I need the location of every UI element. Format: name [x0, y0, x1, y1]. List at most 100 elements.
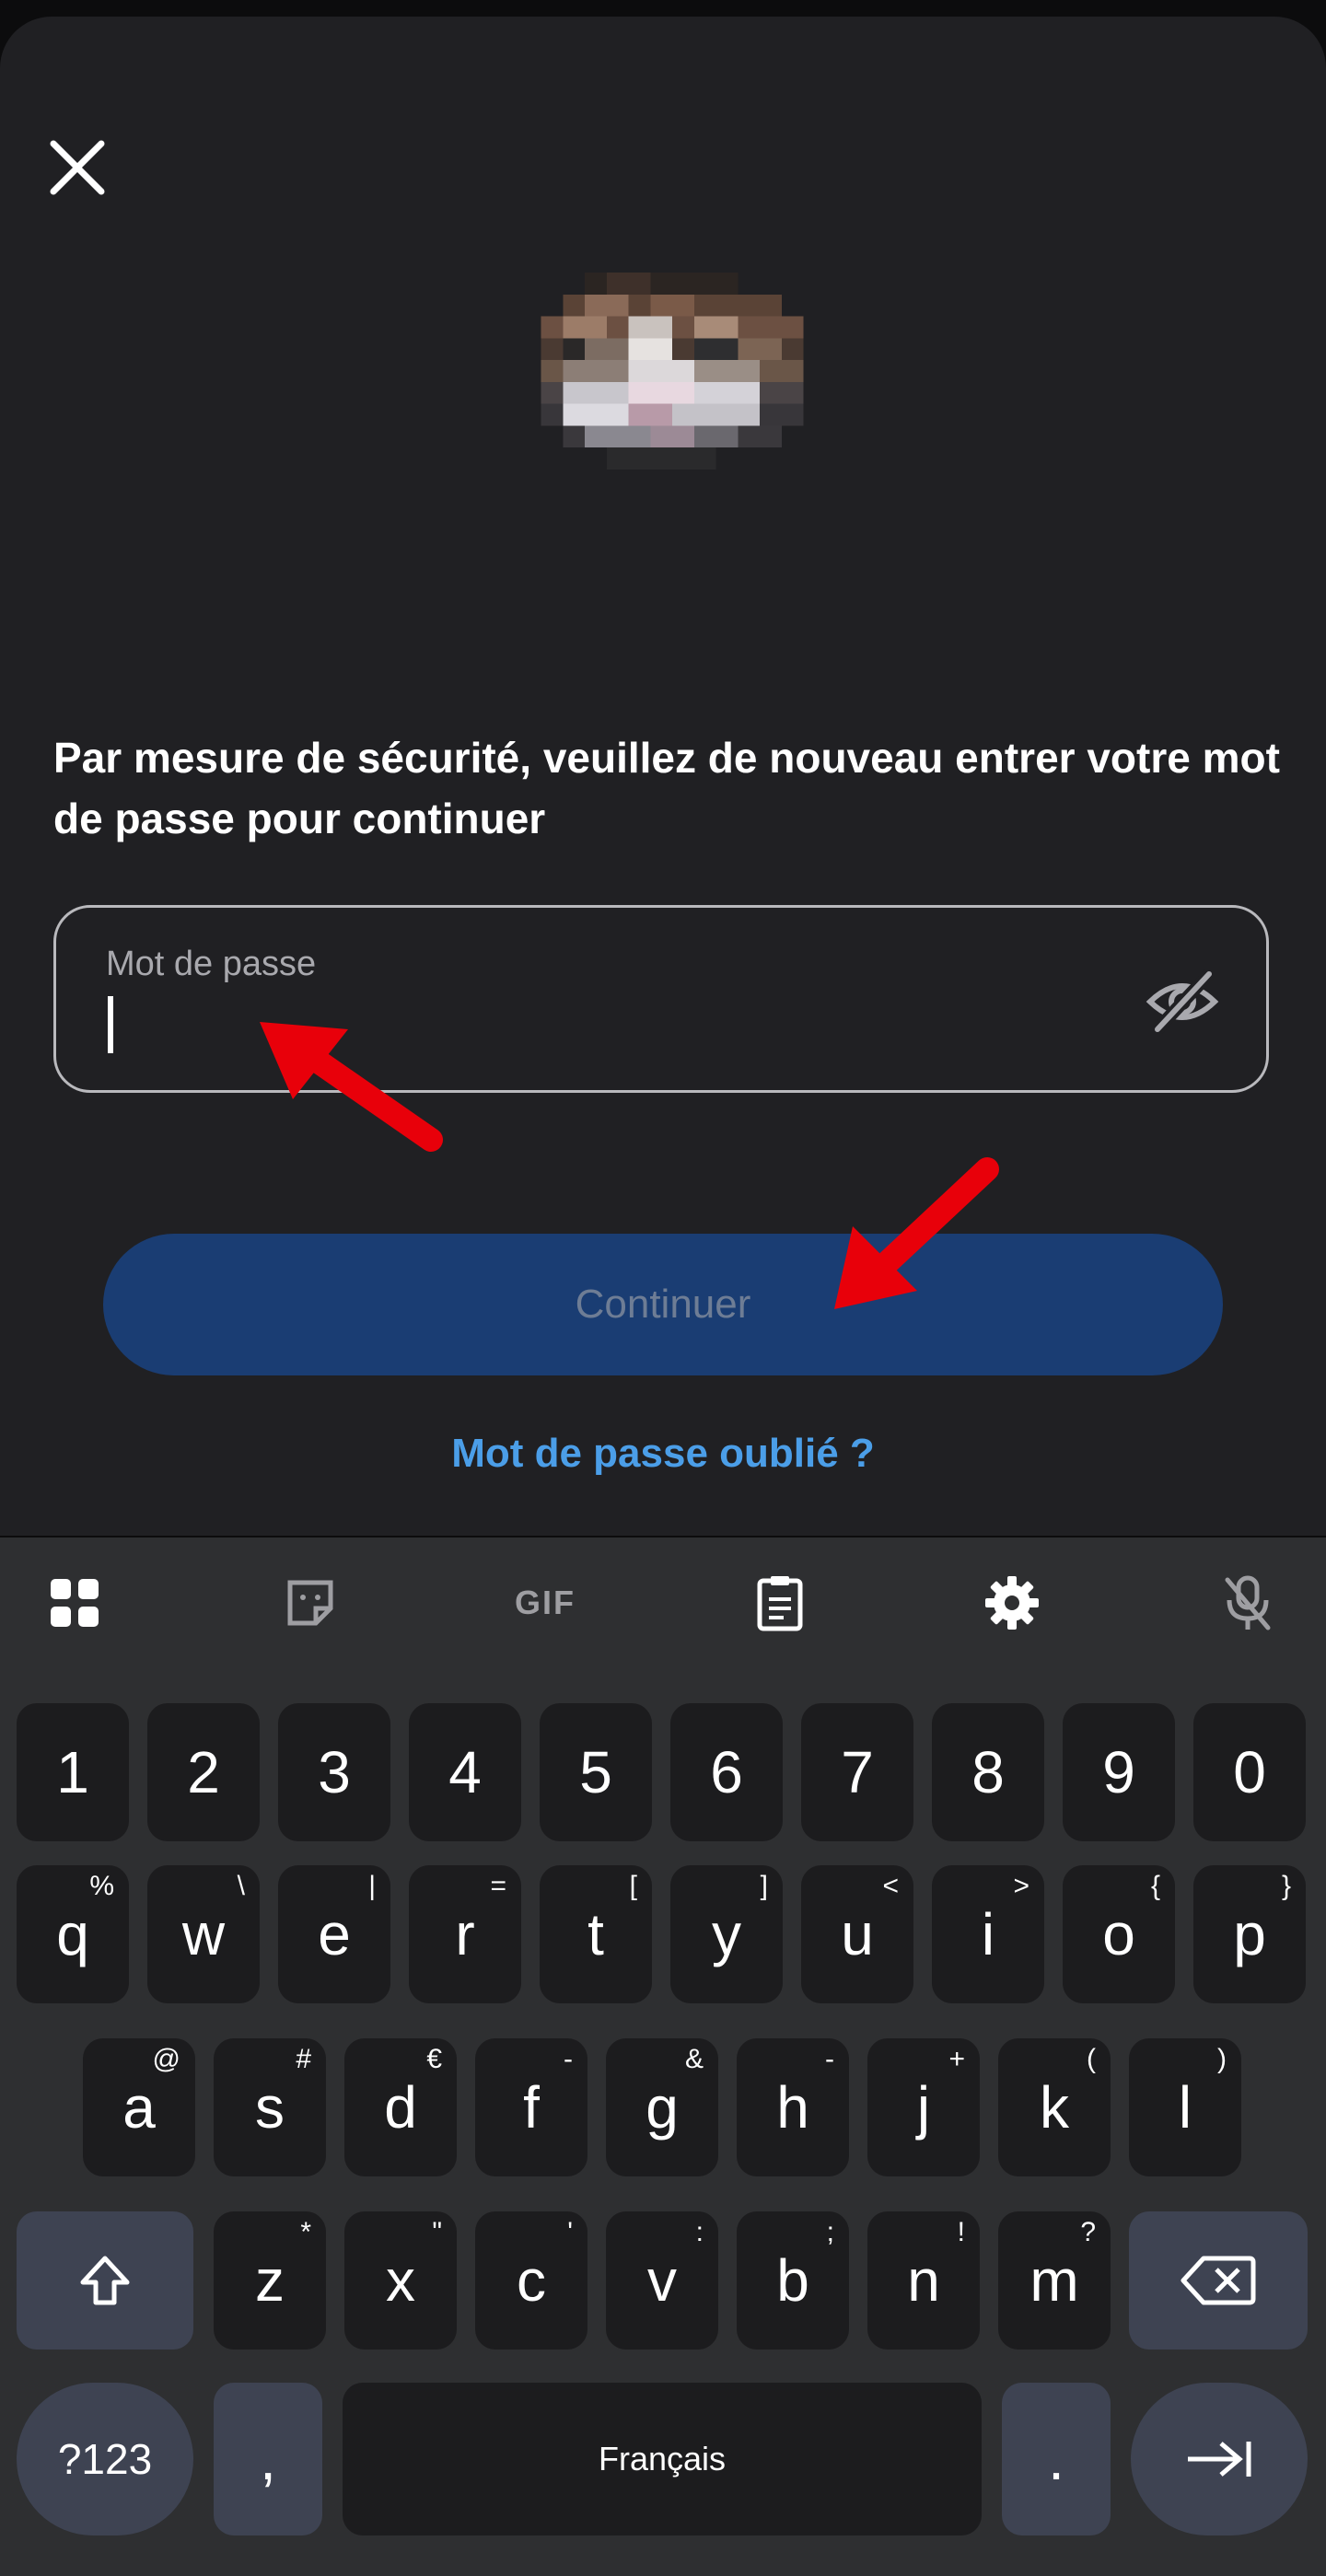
- key-x[interactable]: x ": [344, 2211, 457, 2350]
- shift-key[interactable]: [17, 2211, 193, 2350]
- key-a-secondary: @: [152, 2044, 180, 2074]
- key-7-label: 7: [841, 1739, 874, 1805]
- key-y-secondary: ]: [760, 1871, 768, 1901]
- mic-off-icon[interactable]: [1216, 1571, 1280, 1635]
- key-h-label: h: [776, 2074, 809, 2141]
- tab-next-icon: [1188, 2442, 1251, 2477]
- key-o-secondary: {: [1150, 1871, 1160, 1901]
- period-key[interactable]: .: [1002, 2383, 1111, 2535]
- annotation-arrow-continue: [834, 1157, 999, 1309]
- key-t-label: t: [587, 1901, 604, 1967]
- key-q[interactable]: q%: [17, 1865, 129, 2003]
- key-o[interactable]: o{: [1063, 1865, 1175, 2003]
- sticker-icon[interactable]: [278, 1571, 343, 1635]
- text-cursor: [108, 996, 113, 1053]
- key-l-secondary: ): [1217, 2044, 1227, 2074]
- symbols-key-label: ?123: [57, 2435, 153, 2483]
- password-label: Mot de passe: [106, 945, 317, 983]
- key-w-label: w: [181, 1901, 226, 1967]
- key-r[interactable]: r =: [409, 1865, 521, 2003]
- key-p-secondary: }: [1281, 1871, 1291, 1901]
- key-6-label: 6: [710, 1739, 743, 1805]
- key-2-label: 2: [187, 1739, 220, 1805]
- key-z[interactable]: z *: [214, 2211, 326, 2350]
- period-key-label: .: [1048, 2426, 1064, 2492]
- key-a-label: a: [122, 2074, 156, 2141]
- key-k[interactable]: k(: [998, 2038, 1111, 2176]
- key-b-label: b: [776, 2247, 809, 2314]
- key-d-label: d: [384, 2074, 417, 2141]
- key-e-secondary: |: [368, 1871, 376, 1901]
- next-key[interactable]: [1131, 2383, 1308, 2535]
- key-c[interactable]: c ': [475, 2211, 587, 2350]
- key-r-secondary: =: [490, 1871, 506, 1901]
- backspace-icon: [1181, 2256, 1256, 2305]
- key-7[interactable]: 7: [801, 1703, 913, 1841]
- key-0[interactable]: 0: [1193, 1703, 1306, 1841]
- toggle-visibility-button[interactable]: [1143, 967, 1222, 1037]
- key-v-label: v: [647, 2247, 677, 2314]
- key-1-label: 1: [56, 1739, 89, 1805]
- forgot-password-link[interactable]: Mot de passe oublié ?: [0, 1431, 1326, 1477]
- key-m-label: m: [1029, 2247, 1079, 2314]
- apps-grid-icon[interactable]: [42, 1571, 107, 1635]
- key-x-secondary: ": [432, 2217, 442, 2247]
- key-z-secondary: *: [300, 2217, 311, 2247]
- key-g[interactable]: g &: [606, 2038, 718, 2176]
- key-k-secondary: (: [1087, 2044, 1096, 2074]
- key-g-secondary: &: [684, 2044, 704, 2074]
- key-9-label: 9: [1102, 1739, 1135, 1805]
- close-button[interactable]: [41, 131, 114, 204]
- gif-button[interactable]: GIF: [512, 1571, 578, 1635]
- key-x-label: x: [386, 2247, 415, 2314]
- key-i-secondary: >: [1013, 1871, 1029, 1901]
- key-p[interactable]: p}: [1193, 1865, 1306, 2003]
- key-1[interactable]: 1: [17, 1703, 129, 1841]
- key-l[interactable]: l): [1129, 2038, 1241, 2176]
- key-t-secondary: [: [629, 1871, 637, 1901]
- key-n[interactable]: n!: [867, 2211, 980, 2350]
- key-o-label: o: [1102, 1901, 1135, 1967]
- clipboard-icon[interactable]: [748, 1571, 812, 1635]
- key-u-secondary: <: [882, 1871, 899, 1901]
- symbols-key[interactable]: ?123: [17, 2383, 193, 2535]
- key-u-label: u: [841, 1901, 874, 1967]
- key-9[interactable]: 9: [1063, 1703, 1175, 1841]
- key-3[interactable]: 3: [278, 1703, 390, 1841]
- comma-key[interactable]: ,: [214, 2383, 322, 2535]
- password-field[interactable]: Mot de passe: [53, 905, 1269, 1093]
- key-5[interactable]: 5: [540, 1703, 652, 1841]
- key-u[interactable]: u <: [801, 1865, 913, 2003]
- key-e[interactable]: e |: [278, 1865, 390, 2003]
- key-8[interactable]: 8: [932, 1703, 1044, 1841]
- key-p-label: p: [1233, 1901, 1266, 1967]
- key-f[interactable]: f-: [475, 2038, 587, 2176]
- key-m-secondary: ?: [1080, 2217, 1096, 2247]
- key-m[interactable]: m?: [998, 2211, 1111, 2350]
- space-key[interactable]: Français: [343, 2383, 982, 2535]
- key-4[interactable]: 4: [409, 1703, 521, 1841]
- key-w[interactable]: w \: [147, 1865, 260, 2003]
- continue-button[interactable]: Continuer: [103, 1234, 1223, 1375]
- gif-label: GIF: [515, 1584, 576, 1621]
- key-s[interactable]: s #: [214, 2038, 326, 2176]
- key-2[interactable]: 2: [147, 1703, 260, 1841]
- key-k-label: k: [1040, 2074, 1069, 2141]
- key-s-secondary: #: [296, 2044, 311, 2074]
- key-d[interactable]: d €: [344, 2038, 457, 2176]
- key-h[interactable]: h-: [737, 2038, 849, 2176]
- key-v[interactable]: v:: [606, 2211, 718, 2350]
- key-v-secondary: :: [695, 2217, 704, 2247]
- key-j[interactable]: j +: [867, 2038, 980, 2176]
- key-i-label: i: [981, 1901, 995, 1967]
- key-q-label: q: [56, 1901, 89, 1967]
- key-y[interactable]: y]: [670, 1865, 783, 2003]
- key-t[interactable]: t[: [540, 1865, 652, 2003]
- key-6[interactable]: 6: [670, 1703, 783, 1841]
- backspace-key[interactable]: [1129, 2211, 1308, 2350]
- key-r-label: r: [455, 1901, 475, 1967]
- settings-gear-icon[interactable]: [980, 1571, 1044, 1635]
- key-b[interactable]: b;: [737, 2211, 849, 2350]
- key-i[interactable]: i >: [932, 1865, 1044, 2003]
- key-a[interactable]: a @: [83, 2038, 195, 2176]
